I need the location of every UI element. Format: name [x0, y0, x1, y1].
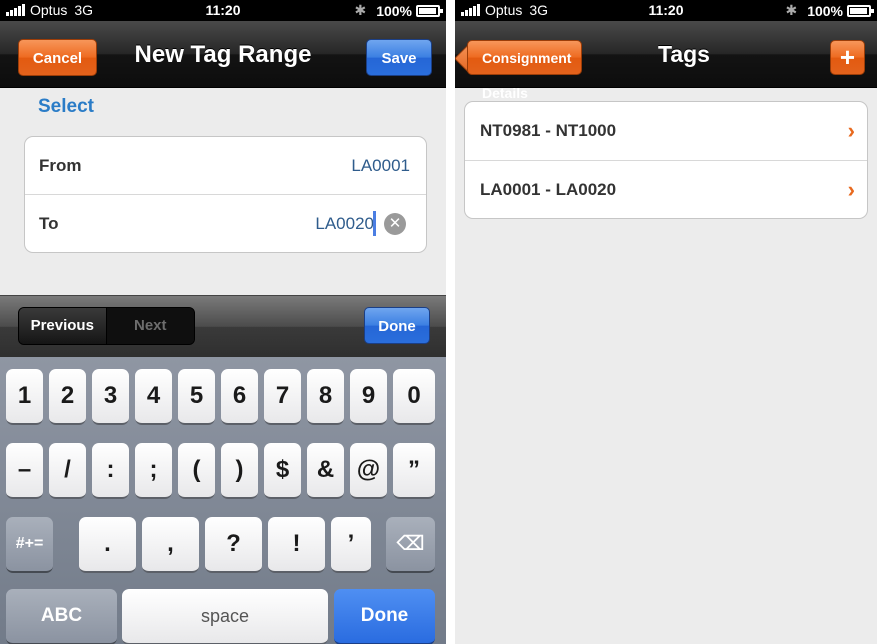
key-8[interactable]: 8: [307, 369, 344, 425]
cancel-button[interactable]: Cancel: [18, 39, 97, 76]
previous-button[interactable]: Previous: [19, 308, 107, 344]
battery-percent: 100%: [807, 2, 843, 19]
key-abc[interactable]: ABC: [6, 589, 117, 644]
screen-divider: [446, 0, 455, 644]
battery-icon: [847, 4, 874, 17]
battery-percent: 100%: [376, 2, 412, 19]
key-5[interactable]: 5: [178, 369, 215, 425]
from-label: From: [39, 156, 82, 175]
new-tag-range-screen: Optus 3G 11:20 ✱ 100% New Tag Range Canc…: [0, 0, 446, 644]
key-4[interactable]: 4: [135, 369, 172, 425]
key-open-paren[interactable]: (: [178, 443, 215, 499]
tag-range-label: LA0001 - LA0020: [480, 180, 617, 199]
key-at[interactable]: @: [350, 443, 387, 499]
section-title: Select: [38, 96, 94, 117]
to-field[interactable]: LA0020: [315, 195, 374, 252]
accessory-done-button[interactable]: Done: [364, 307, 430, 344]
key-9[interactable]: 9: [350, 369, 387, 425]
from-field[interactable]: LA0001: [351, 137, 410, 195]
to-label: To: [39, 214, 59, 233]
key-apostrophe[interactable]: ’: [331, 517, 371, 573]
bluetooth-icon: ✱: [354, 2, 367, 18]
status-bar: Optus 3G 11:20 ✱ 100%: [0, 0, 446, 21]
key-dash[interactable]: –: [6, 443, 43, 499]
key-done[interactable]: Done: [334, 589, 435, 644]
list-item[interactable]: LA0001 - LA0020 ›: [465, 161, 867, 218]
key-slash[interactable]: /: [49, 443, 86, 499]
back-button[interactable]: Consignment Details: [467, 40, 583, 101]
key-6[interactable]: 6: [221, 369, 258, 425]
key-1[interactable]: 1: [6, 369, 43, 425]
navigation-bar: Consignment Details Tags +: [455, 21, 877, 101]
list-item[interactable]: NT0981 - NT1000 ›: [465, 102, 867, 161]
tag-range-form: From LA0001 To LA0020 ✕: [24, 136, 427, 253]
key-comma[interactable]: ,: [142, 517, 199, 573]
battery-icon: [416, 4, 443, 17]
key-question[interactable]: ?: [205, 517, 262, 573]
to-row[interactable]: To LA0020 ✕: [25, 195, 426, 252]
numeric-keyboard: 1 2 3 4 5 6 7 8 9 0 – / : ; ( ) $ & @ ” …: [0, 357, 446, 644]
clear-icon[interactable]: ✕: [384, 213, 406, 235]
key-colon[interactable]: :: [92, 443, 129, 499]
text-cursor: [373, 211, 376, 236]
keyboard-accessory-bar: Previous Next Done: [0, 295, 446, 357]
add-button[interactable]: +: [830, 40, 865, 75]
key-2[interactable]: 2: [49, 369, 86, 425]
key-0[interactable]: 0: [393, 369, 435, 425]
key-exclamation[interactable]: !: [268, 517, 325, 573]
tag-list: NT0981 - NT1000 › LA0001 - LA0020 ›: [464, 101, 868, 219]
key-space[interactable]: space: [122, 589, 328, 644]
key-ampersand[interactable]: &: [307, 443, 344, 499]
backspace-icon[interactable]: ⌫: [386, 517, 435, 573]
tags-screen: Optus 3G 11:20 ✱ 100% Consignment Detail…: [455, 0, 877, 644]
chevron-right-icon: ›: [847, 118, 855, 143]
key-dollar[interactable]: $: [264, 443, 301, 499]
next-button[interactable]: Next: [106, 308, 194, 344]
key-quote[interactable]: ”: [393, 443, 435, 499]
from-row[interactable]: From LA0001: [25, 137, 426, 195]
bluetooth-icon: ✱: [785, 2, 798, 18]
key-close-paren[interactable]: ): [221, 443, 258, 499]
key-semicolon[interactable]: ;: [135, 443, 172, 499]
status-bar: Optus 3G 11:20 ✱ 100%: [455, 0, 877, 21]
key-7[interactable]: 7: [264, 369, 301, 425]
navigation-bar: New Tag Range Cancel Save: [0, 21, 446, 88]
chevron-right-icon: ›: [847, 177, 855, 202]
save-button[interactable]: Save: [366, 39, 432, 76]
key-symbols[interactable]: #+=: [6, 517, 53, 573]
page-title: Tags: [658, 41, 710, 67]
key-3[interactable]: 3: [92, 369, 129, 425]
key-period[interactable]: .: [79, 517, 136, 573]
prev-next-control: Previous Next: [18, 307, 195, 345]
